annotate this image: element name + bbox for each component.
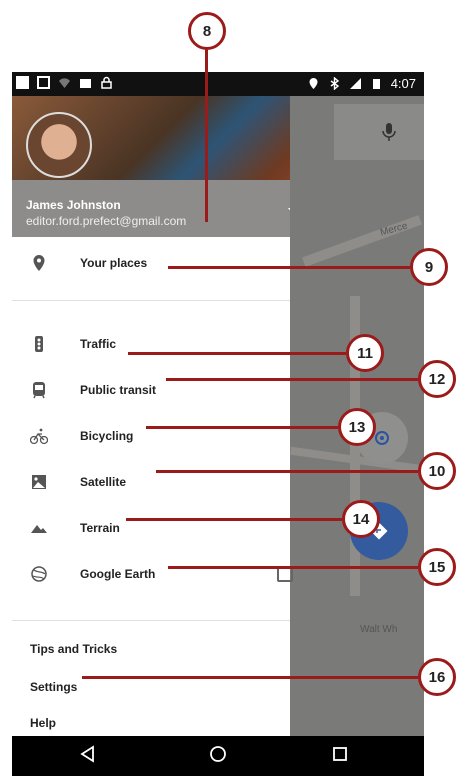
pin-icon xyxy=(33,255,45,271)
back-icon[interactable] xyxy=(78,744,98,764)
earth-icon xyxy=(31,566,47,582)
status-bar: 4:07 xyxy=(12,72,424,96)
account-name: James Johnston xyxy=(26,198,121,212)
menu-item-satellite[interactable]: Satellite xyxy=(12,462,290,502)
callout-12: 12 xyxy=(418,360,456,398)
callout-leader xyxy=(146,426,338,429)
status-time: 4:07 xyxy=(390,76,416,91)
menu-item-label: Traffic xyxy=(80,337,117,351)
home-icon[interactable] xyxy=(208,744,228,764)
map-search-bar[interactable] xyxy=(334,104,424,160)
menu-item-label: Google Earth xyxy=(80,567,156,581)
menu-item-public-transit[interactable]: Public transit xyxy=(12,370,290,410)
callout-leader xyxy=(126,518,342,521)
callout-leader xyxy=(168,566,418,569)
menu-item-tips-and-tricks[interactable]: Tips and Tricks xyxy=(30,642,117,656)
callout-leader xyxy=(82,676,418,679)
satellite-icon xyxy=(32,475,46,489)
recents-icon[interactable] xyxy=(330,744,350,764)
bicycle-icon xyxy=(30,428,48,445)
menu-item-terrain[interactable]: Terrain xyxy=(12,508,290,548)
menu-item-label: Satellite xyxy=(80,475,127,489)
bluetooth-icon xyxy=(328,76,341,91)
divider xyxy=(12,300,290,301)
menu-item-label: Public transit xyxy=(80,383,157,397)
traffic-icon xyxy=(35,336,43,352)
terrain-icon xyxy=(31,525,47,533)
callout-leader xyxy=(128,352,346,355)
avatar[interactable] xyxy=(26,112,92,178)
facebook-icon xyxy=(16,76,29,89)
callout-9: 9 xyxy=(410,248,448,286)
menu-item-google-earth[interactable]: Google Earth xyxy=(12,554,293,594)
android-nav-bar xyxy=(12,736,424,776)
callout-11: 11 xyxy=(346,334,384,372)
callout-15: 15 xyxy=(418,548,456,586)
menu-item-your-places[interactable]: Your places xyxy=(12,243,290,283)
map-street-label: Merce xyxy=(379,220,409,239)
menu-item-label: Your places xyxy=(80,256,148,270)
divider xyxy=(12,620,290,621)
menu-item-label: Terrain xyxy=(80,521,120,535)
tasker-icon xyxy=(79,76,92,89)
battery-icon xyxy=(370,77,383,90)
callout-13: 13 xyxy=(338,408,376,446)
wifi-question-icon xyxy=(58,76,71,89)
menu-item-traffic[interactable]: Traffic xyxy=(12,324,290,364)
callout-8: 8 xyxy=(188,12,226,50)
callout-leader xyxy=(166,378,418,381)
location-icon xyxy=(307,77,320,90)
navigation-drawer: James Johnston editor.ford.prefect@gmail… xyxy=(12,96,293,736)
signal-icon xyxy=(349,77,362,90)
microphone-icon[interactable] xyxy=(382,122,396,142)
account-email: editor.ford.prefect@gmail.com xyxy=(26,214,187,228)
callout-16: 16 xyxy=(418,658,456,696)
callout-10: 10 xyxy=(418,452,456,490)
menu-item-label: Bicycling xyxy=(80,429,134,443)
image-icon xyxy=(37,76,50,89)
account-header[interactable]: James Johnston editor.ford.prefect@gmail… xyxy=(12,96,290,237)
lock-icon xyxy=(100,76,113,89)
account-dropdown-icon[interactable] xyxy=(288,208,290,214)
menu-item-help[interactable]: Help xyxy=(30,716,56,730)
menu-item-bicycling[interactable]: Bicycling xyxy=(12,416,290,456)
menu-item-settings[interactable]: Settings xyxy=(30,680,77,694)
callout-leader xyxy=(205,48,208,222)
callout-14: 14 xyxy=(342,500,380,538)
callout-leader xyxy=(156,470,418,473)
map-street-label: Walt Wh xyxy=(360,624,398,635)
callout-leader xyxy=(168,266,410,269)
transit-icon xyxy=(33,382,45,399)
